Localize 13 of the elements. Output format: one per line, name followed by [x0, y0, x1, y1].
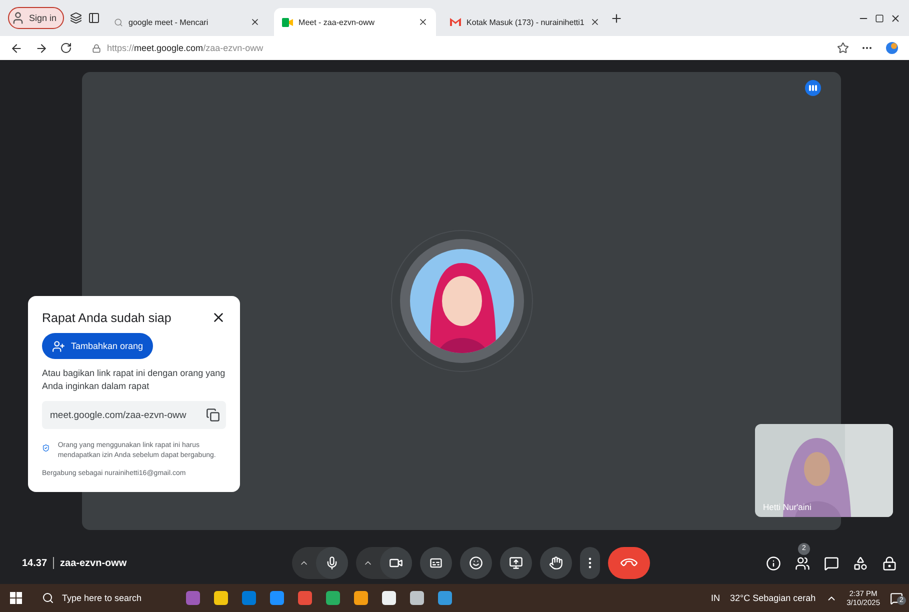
- share-text: Atau bagikan link rapat ini dengan orang yang Anda inginkan dalam rapat: [42, 367, 226, 394]
- weather-text[interactable]: 32°C Sebagian cerah: [730, 593, 816, 603]
- browser-tab[interactable]: Meet - zaa-ezvn-oww: [274, 8, 436, 36]
- taskbar-search-field[interactable]: Type here to search: [36, 592, 172, 604]
- sign-in-button[interactable]: Sign in: [8, 7, 64, 29]
- browser-tab[interactable]: Kotak Masuk (173) - nurainihetti1: [442, 8, 604, 36]
- add-people-button[interactable]: Tambahkan orang: [42, 333, 154, 359]
- meeting-link-field[interactable]: meet.google.com/zaa-ezvn-oww: [42, 401, 226, 430]
- meeting-code: zaa-ezvn-oww: [60, 558, 127, 568]
- dialog-title: Rapat Anda sudah siap: [42, 310, 172, 324]
- browser-tab[interactable]: google meet - Mencari: [106, 8, 268, 36]
- meeting-time: 14.37: [22, 558, 48, 568]
- language-indicator[interactable]: IN: [710, 593, 720, 603]
